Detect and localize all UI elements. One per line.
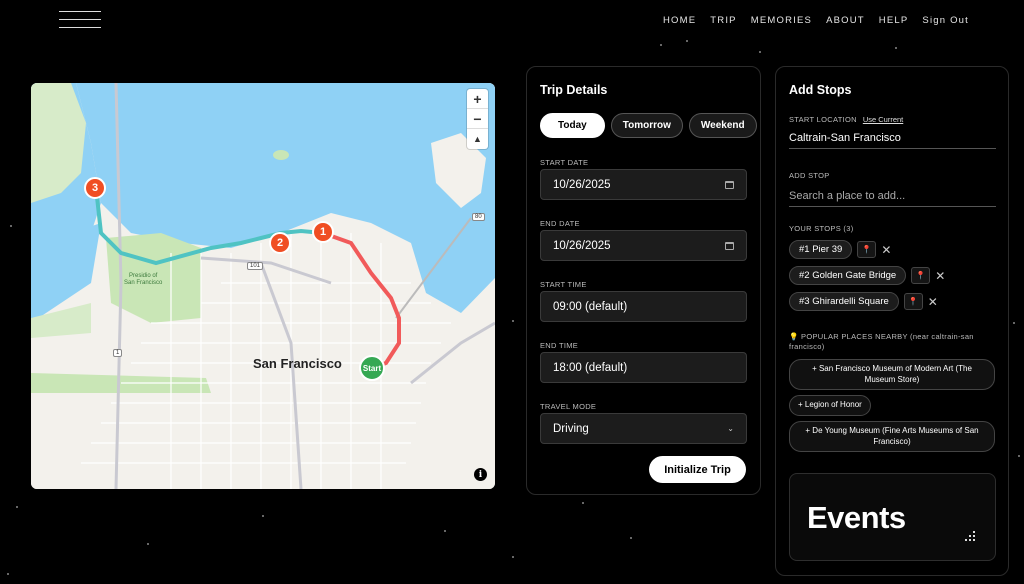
end-time-input[interactable]: 18:00 (default): [540, 352, 747, 383]
stop-chip-2[interactable]: #2 Golden Gate Bridge: [789, 266, 907, 285]
trip-details-title: Trip Details: [540, 83, 608, 97]
map-canvas: [31, 83, 495, 489]
top-nav: HOME TRIP MEMORIES ABOUT HELP Sign Out: [663, 15, 969, 26]
start-location-label-text: START LOCATION: [789, 115, 857, 124]
stop-row: #3 Ghirardelli Square 📍 ✕: [789, 292, 938, 311]
end-date-input[interactable]: 10/26/2025: [540, 230, 747, 261]
route-shield-1: 1: [113, 349, 123, 357]
route-shield-80: 80: [472, 213, 485, 221]
start-date-input[interactable]: 10/26/2025: [540, 169, 747, 200]
map-marker-start[interactable]: Start: [359, 355, 385, 381]
weekend-button[interactable]: Weekend: [688, 113, 757, 138]
end-date-label: END DATE: [540, 219, 580, 228]
events-card[interactable]: Events: [789, 473, 996, 561]
travel-mode-label: TRAVEL MODE: [540, 402, 597, 411]
calendar-icon[interactable]: [725, 180, 734, 189]
travel-mode-select[interactable]: Driving ⌄: [540, 413, 747, 444]
start-time-value: 09:00 (default): [553, 300, 628, 313]
add-stop-search-input[interactable]: Search a place to add...: [789, 185, 996, 207]
travel-mode-value: Driving: [553, 422, 589, 435]
route-shield-101: 101: [247, 262, 264, 270]
zoom-out-button[interactable]: −: [467, 109, 488, 129]
nav-about[interactable]: ABOUT: [826, 15, 865, 26]
remove-stop-icon[interactable]: ✕: [881, 243, 891, 257]
pin-icon[interactable]: 📍: [903, 293, 923, 310]
stop-chip-3[interactable]: #3 Ghirardelli Square: [789, 292, 899, 311]
tomorrow-button[interactable]: Tomorrow: [610, 113, 683, 138]
start-time-label: START TIME: [540, 280, 587, 289]
add-stops-panel: Add Stops START LOCATION Use Current Calt…: [775, 66, 1009, 576]
popular-place-button[interactable]: + San Francisco Museum of Modern Art (Th…: [789, 359, 995, 390]
start-date-value: 10/26/2025: [553, 178, 611, 191]
trip-details-panel: Trip Details Today Tomorrow Weekend STAR…: [526, 66, 761, 495]
chevron-down-icon: ⌄: [727, 424, 734, 433]
end-time-label: END TIME: [540, 341, 579, 350]
grid-dots-icon: [965, 531, 977, 543]
nav-home[interactable]: HOME: [663, 15, 696, 26]
map-marker-3[interactable]: 3: [84, 177, 106, 199]
nav-trip[interactable]: TRIP: [710, 15, 736, 26]
info-icon[interactable]: i: [474, 468, 487, 481]
calendar-icon[interactable]: [725, 241, 734, 250]
remove-stop-icon[interactable]: ✕: [928, 295, 938, 309]
stop-chip-1[interactable]: #1 Pier 39: [789, 240, 853, 259]
menu-button[interactable]: [59, 11, 101, 31]
park-label: Presidio of San Francisco: [124, 273, 163, 286]
use-current-link[interactable]: Use Current: [863, 115, 903, 124]
start-time-input[interactable]: 09:00 (default): [540, 291, 747, 322]
date-quick-select: Today Tomorrow Weekend: [540, 113, 757, 138]
route-map[interactable]: Presidio of San Francisco San Francisco 1…: [31, 83, 495, 489]
add-stops-title: Add Stops: [789, 83, 852, 97]
stop-row: #1 Pier 39 📍 ✕: [789, 240, 891, 259]
initialize-trip-button[interactable]: Initialize Trip: [649, 456, 746, 483]
map-marker-2[interactable]: 2: [269, 232, 291, 254]
end-date-value: 10/26/2025: [553, 239, 611, 252]
city-label: San Francisco: [253, 356, 342, 371]
start-date-label: START DATE: [540, 158, 589, 167]
map-marker-1[interactable]: 1: [312, 221, 334, 243]
start-location-input[interactable]: Caltrain-San Francisco: [789, 127, 996, 149]
remove-stop-icon[interactable]: ✕: [935, 269, 945, 283]
stop-row: #2 Golden Gate Bridge 📍 ✕: [789, 266, 945, 285]
nav-sign-out[interactable]: Sign Out: [922, 15, 969, 26]
add-stop-label: ADD STOP: [789, 171, 830, 180]
end-time-value: 18:00 (default): [553, 361, 628, 374]
events-title: Events: [807, 500, 906, 535]
nav-help[interactable]: HELP: [879, 15, 909, 26]
your-stops-label: YOUR STOPS (3): [789, 224, 854, 233]
popular-places-label: 💡 POPULAR PLACES NEARBY (near caltrain-s…: [789, 332, 974, 351]
pin-icon[interactable]: 📍: [911, 267, 931, 284]
start-location-label: START LOCATION Use Current: [789, 115, 903, 124]
popular-place-button[interactable]: + Legion of Honor: [789, 395, 871, 416]
popular-place-button[interactable]: + De Young Museum (Fine Arts Museums of …: [789, 421, 995, 452]
zoom-in-button[interactable]: +: [467, 89, 488, 109]
map-zoom-controls: + − ▲: [467, 89, 488, 149]
compass-icon[interactable]: ▲: [467, 129, 488, 149]
today-button[interactable]: Today: [540, 113, 605, 138]
pin-icon[interactable]: 📍: [857, 241, 877, 258]
nav-memories[interactable]: MEMORIES: [751, 15, 812, 26]
